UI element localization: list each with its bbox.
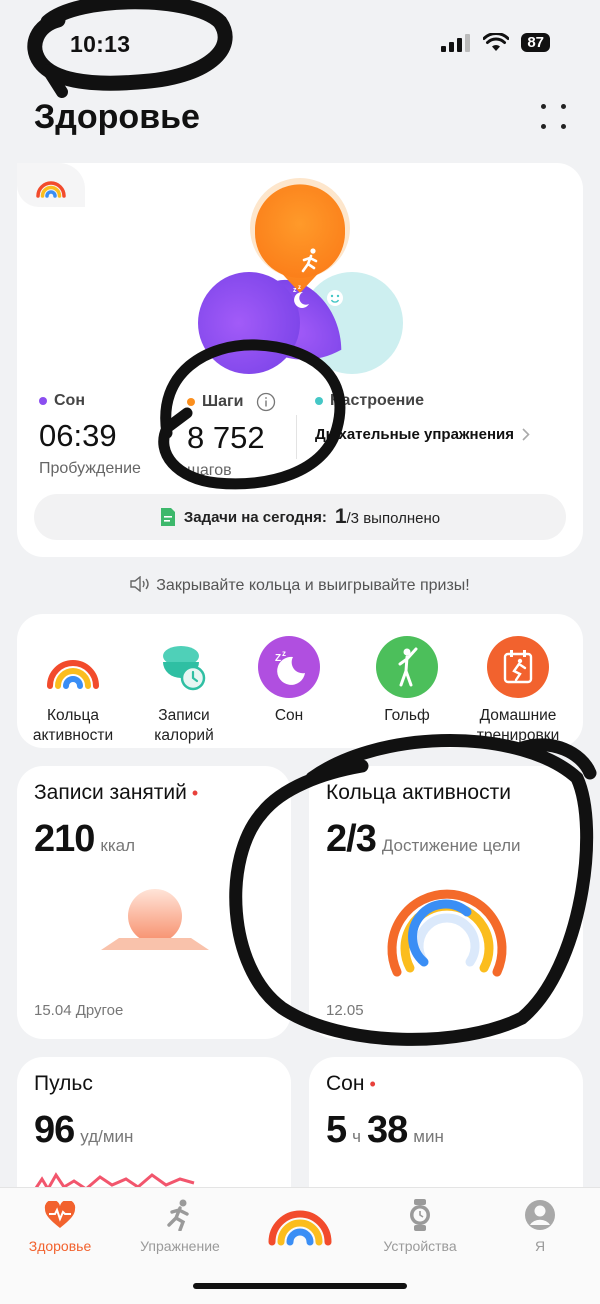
tile-title: Пульс (34, 1072, 93, 1095)
nav-exercise[interactable]: Упражнение (120, 1198, 240, 1254)
info-icon[interactable] (256, 392, 276, 412)
golf-icon (376, 636, 438, 698)
nav-label: Упражнение (140, 1238, 220, 1254)
shortcut-label: Записи калорий (154, 707, 214, 744)
sleep-sub: Пробуждение (39, 460, 141, 477)
svg-text:Z: Z (275, 653, 281, 664)
steps-dot (187, 398, 195, 406)
tasks-done-count: 1 (334, 505, 347, 528)
nav-label: Здоровье (28, 1238, 92, 1254)
promo-text: Закрывайте кольца и выигрывайте призы! (156, 577, 470, 594)
shortcut-label: Кольца активности (32, 707, 114, 744)
new-dot: • (191, 783, 199, 803)
divider (296, 415, 297, 459)
tasks-today-button[interactable]: Задачи на сегодня: 1/3 выполнено (34, 494, 566, 540)
svg-text:z: z (298, 285, 301, 291)
rings-footer: 12.05 (326, 1002, 364, 1019)
activity-rings-icon (268, 1210, 332, 1246)
shortcut-activity-rings[interactable]: Кольца активности (17, 636, 129, 746)
more-menu-button[interactable] (541, 104, 567, 130)
document-icon (160, 508, 175, 526)
sleep-dot (39, 397, 47, 405)
rings-shortcut-button[interactable] (17, 163, 85, 207)
avatar-icon (525, 1200, 555, 1230)
workout-kcal-value: 210 (34, 818, 95, 860)
home-indicator[interactable] (193, 1283, 407, 1289)
speaker-icon (130, 575, 149, 593)
mood-metric[interactable]: Настроение Дыхательные упражнения (315, 392, 530, 443)
new-dot: • (369, 1074, 376, 1094)
shortcuts-card: Кольца активности Записи калорий Z z Сон (17, 614, 583, 748)
tile-title: Записи занятий (34, 781, 187, 804)
steps-label: Шаги (202, 393, 244, 410)
sleep-label: Сон (54, 392, 85, 409)
sleep-hours: 5 (326, 1109, 347, 1151)
tasks-prefix: Задачи на сегодня: (183, 508, 327, 526)
sleep-metric[interactable]: Сон 06:39 Пробуждение (39, 392, 141, 478)
workout-kcal-unit: ккал (100, 836, 136, 855)
heart-pulse-icon (44, 1201, 76, 1228)
activity-rings-chart (387, 889, 507, 977)
shortcut-label: Гольф (384, 707, 430, 724)
rings-value: 2/3 (326, 818, 377, 860)
calorie-bowl-icon (153, 636, 215, 698)
tile-title: Сон (326, 1072, 365, 1095)
nav-rings-center[interactable] (240, 1186, 360, 1251)
nav-health[interactable]: Здоровье (0, 1198, 120, 1254)
sleep-hours-unit: ч (352, 1127, 361, 1146)
promo-banner[interactable]: Закрывайте кольца и выигрывайте призы! (0, 575, 600, 595)
chevron-right-icon (522, 428, 530, 441)
breathing-exercises-link[interactable]: Дыхательные упражнения (315, 426, 514, 443)
workout-footer: 15.04 Другое (34, 1002, 124, 1019)
mood-smile-icon (327, 290, 343, 306)
cellular-signal-icon (441, 33, 471, 52)
sleep-minutes-unit: мин (413, 1127, 444, 1146)
sleep-minutes: 38 (367, 1109, 408, 1151)
mood-label: Настроение (330, 392, 425, 409)
status-icons: 87 (441, 33, 550, 52)
mood-dot (315, 397, 323, 405)
sleep-moon-icon: Z z (258, 636, 320, 698)
running-icon (167, 1199, 189, 1231)
sleep-value: 06:39 (39, 418, 117, 453)
steps-sub: шагов (187, 462, 232, 479)
shortcut-label: Сон (274, 707, 304, 724)
tile-title: Кольца активности (326, 781, 511, 804)
shortcut-sleep[interactable]: Z z Сон (233, 636, 345, 726)
nav-devices[interactable]: Устройства (360, 1198, 480, 1254)
svg-text:z: z (282, 649, 286, 658)
nav-label: Устройства (383, 1238, 457, 1254)
tasks-suffix: /3 выполнено (346, 510, 441, 527)
battery-indicator: 87 (521, 33, 550, 52)
home-workout-icon (487, 636, 549, 698)
wifi-icon (483, 33, 510, 51)
shortcut-home-workouts[interactable]: Домашние тренировки (462, 636, 574, 746)
rings-unit: Достижение цели (381, 836, 521, 855)
pulse-unit: уд/мин (80, 1127, 134, 1146)
watch-icon (410, 1199, 430, 1231)
shortcut-golf[interactable]: Гольф (351, 636, 463, 726)
steps-metric[interactable]: Шаги 8 752 шагов (187, 392, 276, 480)
pulse-value: 96 (34, 1109, 75, 1151)
page-title: Здоровье (34, 98, 200, 136)
workout-records-tile[interactable]: Записи занятий • 210 ккал 15.04 Другое (17, 766, 291, 1039)
activity-rings-icon (42, 636, 104, 698)
divider (164, 415, 165, 459)
health-petals-graphic: z z (198, 178, 403, 374)
steps-value: 8 752 (187, 420, 265, 455)
workout-sun-illustration (101, 889, 209, 950)
shortcut-label: Домашние тренировки (476, 707, 560, 744)
activity-rings-tile[interactable]: Кольца активности 2/3 Достижение цели 12… (309, 766, 583, 1039)
daily-summary-card[interactable]: z z Сон 06:39 Пробуждение Шаги 8 752 шаг… (17, 163, 583, 557)
nav-label: Я (534, 1238, 546, 1254)
status-time: 10:13 (70, 31, 131, 57)
activity-rings-icon (36, 181, 66, 198)
svg-text:z: z (293, 287, 297, 294)
nav-me[interactable]: Я (480, 1198, 600, 1254)
shortcut-calorie-records[interactable]: Записи калорий (128, 636, 240, 746)
